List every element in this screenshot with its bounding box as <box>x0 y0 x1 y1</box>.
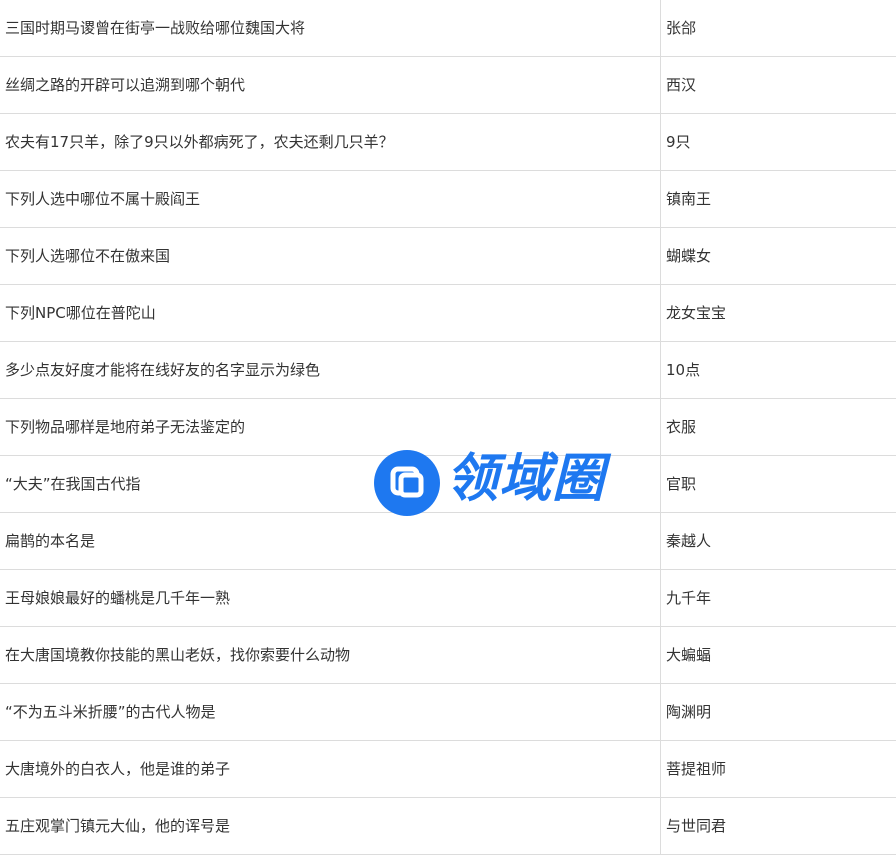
question-cell: 下列NPC哪位在普陀山 <box>0 284 661 342</box>
question-cell: 下列物品哪样是地府弟子无法鉴定的 <box>0 398 661 456</box>
question-cell: 五庄观掌门镇元大仙，他的诨号是 <box>0 797 661 855</box>
answer-cell: 大蝙蝠 <box>660 626 896 684</box>
answer-cell: 镇南王 <box>660 170 896 228</box>
question-cell: 在大唐国境教你技能的黑山老妖，找你索要什么动物 <box>0 626 661 684</box>
table-row: 下列NPC哪位在普陀山 龙女宝宝 <box>0 284 896 342</box>
answer-cell: 秦越人 <box>660 512 896 570</box>
qa-table-body: 三国时期马谡曾在街亭一战败给哪位魏国大将 张郃 丝绸之路的开辟可以追溯到哪个朝代… <box>0 0 896 855</box>
answer-cell: 陶渊明 <box>660 683 896 741</box>
answer-cell: 张郃 <box>660 0 896 57</box>
question-cell: 下列人选哪位不在傲来国 <box>0 227 661 285</box>
answer-cell: 与世同君 <box>660 797 896 855</box>
question-cell: 大唐境外的白衣人，他是谁的弟子 <box>0 740 661 798</box>
table-row: 五庄观掌门镇元大仙，他的诨号是 与世同君 <box>0 797 896 855</box>
question-cell: 扁鹊的本名是 <box>0 512 661 570</box>
table-row: “不为五斗米折腰”的古代人物是 陶渊明 <box>0 683 896 741</box>
answer-cell: 西汉 <box>660 56 896 114</box>
answer-cell: 衣服 <box>660 398 896 456</box>
question-cell: “不为五斗米折腰”的古代人物是 <box>0 683 661 741</box>
table-row: 下列人选哪位不在傲来国 蝴蝶女 <box>0 227 896 285</box>
question-cell: “大夫”在我国古代指 <box>0 455 661 513</box>
answer-cell: 菩提祖师 <box>660 740 896 798</box>
table-row: 下列人选中哪位不属十殿阎王 镇南王 <box>0 170 896 228</box>
answer-cell: 九千年 <box>660 569 896 627</box>
table-row: 在大唐国境教你技能的黑山老妖，找你索要什么动物 大蝙蝠 <box>0 626 896 684</box>
table-row: 扁鹊的本名是 秦越人 <box>0 512 896 570</box>
question-cell: 下列人选中哪位不属十殿阎王 <box>0 170 661 228</box>
table-row: 三国时期马谡曾在街亭一战败给哪位魏国大将 张郃 <box>0 0 896 57</box>
table-row: “大夫”在我国古代指 官职 <box>0 455 896 513</box>
question-cell: 三国时期马谡曾在街亭一战败给哪位魏国大将 <box>0 0 661 57</box>
answer-cell: 9只 <box>660 113 896 171</box>
answer-cell: 龙女宝宝 <box>660 284 896 342</box>
answer-cell: 10点 <box>660 341 896 399</box>
table-row: 下列物品哪样是地府弟子无法鉴定的 衣服 <box>0 398 896 456</box>
table-row: 大唐境外的白衣人，他是谁的弟子 菩提祖师 <box>0 740 896 798</box>
answer-cell: 蝴蝶女 <box>660 227 896 285</box>
table-row: 多少点友好度才能将在线好友的名字显示为绿色 10点 <box>0 341 896 399</box>
question-cell: 多少点友好度才能将在线好友的名字显示为绿色 <box>0 341 661 399</box>
answer-cell: 官职 <box>660 455 896 513</box>
table-row: 农夫有17只羊，除了9只以外都病死了，农夫还剩几只羊？ 9只 <box>0 113 896 171</box>
question-cell: 农夫有17只羊，除了9只以外都病死了，农夫还剩几只羊？ <box>0 113 661 171</box>
table-row: 王母娘娘最好的蟠桃是几千年一熟 九千年 <box>0 569 896 627</box>
table-row: 丝绸之路的开辟可以追溯到哪个朝代 西汉 <box>0 56 896 114</box>
question-cell: 丝绸之路的开辟可以追溯到哪个朝代 <box>0 56 661 114</box>
question-cell: 王母娘娘最好的蟠桃是几千年一熟 <box>0 569 661 627</box>
qa-table: 三国时期马谡曾在街亭一战败给哪位魏国大将 张郃 丝绸之路的开辟可以追溯到哪个朝代… <box>0 0 896 855</box>
